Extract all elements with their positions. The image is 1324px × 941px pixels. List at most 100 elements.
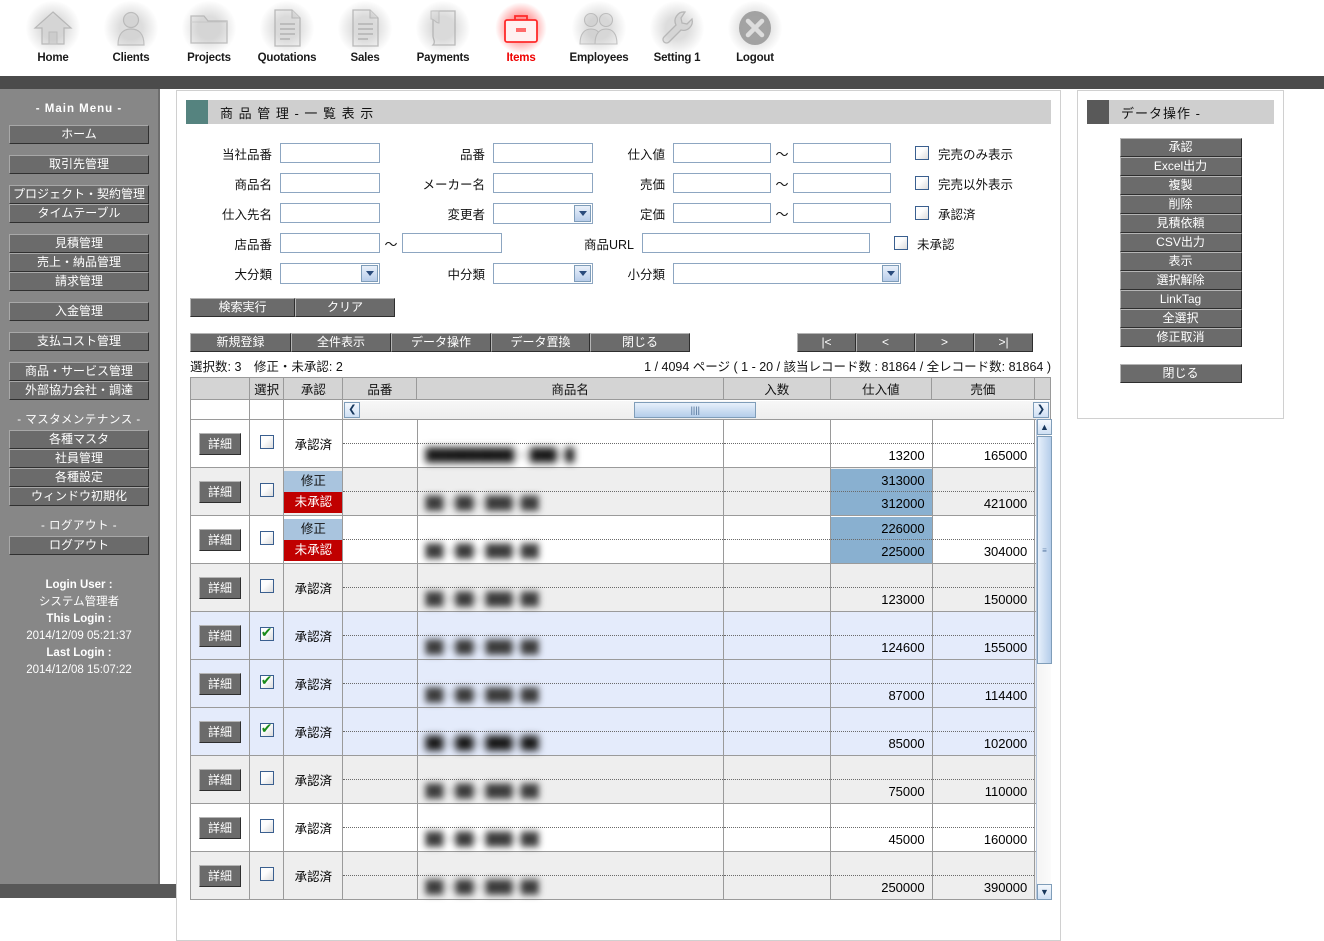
detail-button[interactable]: 詳細 [198, 432, 241, 455]
sidebar-item-logout[interactable]: ログアウト [9, 536, 149, 555]
show-all-button[interactable]: 全件表示 [291, 333, 391, 352]
sidebar-item-timetable[interactable]: タイムテーブル [9, 204, 149, 223]
checkbox-unapproved[interactable]: 未承認 [894, 228, 955, 258]
th-quantity[interactable]: 入数 [723, 377, 831, 400]
select-mid-category[interactable] [493, 262, 593, 284]
nav-item-setting1[interactable]: Setting 1 [638, 0, 716, 76]
nav-item-clients[interactable]: Clients [92, 0, 170, 76]
sidebar-item-settings[interactable]: 各種設定 [9, 468, 149, 487]
th-approval[interactable]: 承認 [283, 377, 344, 400]
th-select[interactable]: 選択 [248, 377, 285, 400]
sidebar-item-quotes[interactable]: 見積管理 [9, 234, 149, 253]
side-op-csv-export-button[interactable]: CSV出力 [1119, 233, 1242, 252]
input-maker-name[interactable] [493, 173, 593, 193]
input-own-part-no[interactable] [280, 143, 380, 163]
input-sell-price-from[interactable] [673, 173, 771, 193]
hscroll-thumb[interactable]: |||| [634, 401, 757, 418]
nav-item-home[interactable]: Home [14, 0, 92, 76]
side-op-cancel-edit-button[interactable]: 修正取消 [1119, 328, 1242, 347]
detail-button[interactable]: 詳細 [198, 864, 241, 887]
sidebar-item-projects[interactable]: プロジェクト・契約管理 [9, 185, 149, 204]
side-op-quote-request-button[interactable]: 見積依頼 [1119, 214, 1242, 233]
sidebar-item-billing[interactable]: 請求管理 [9, 272, 149, 291]
side-close-button[interactable]: 閉じる [1119, 364, 1242, 383]
th-sell-price[interactable]: 売価 [931, 377, 1035, 400]
row-checkbox[interactable] [259, 435, 274, 449]
pager-first-button[interactable]: |< [797, 333, 856, 352]
sidebar-item-window-reset[interactable]: ウィンドウ初期化 [9, 487, 149, 506]
table-row[interactable]: 詳細 承認済 ██████████ ─ ███─█ 13200 165000 [190, 419, 1051, 468]
select-major-category[interactable] [280, 262, 380, 284]
sidebar-item-home[interactable]: ホーム [9, 125, 149, 144]
detail-button[interactable]: 詳細 [198, 576, 241, 599]
side-op-duplicate-button[interactable]: 複製 [1119, 176, 1242, 195]
sidebar-item-sales-delivery[interactable]: 売上・納品管理 [9, 253, 149, 272]
close-button[interactable]: 閉じる [590, 333, 690, 352]
vertical-scrollbar[interactable]: ▲ ≡ ▼ [1036, 419, 1052, 900]
sidebar-item-external-partners[interactable]: 外部協力会社・調達 [9, 381, 149, 400]
table-row[interactable]: 詳細 承認済 ██ ─██─ ███─██ 250000 390000 [190, 851, 1051, 900]
pager-next-button[interactable]: > [915, 333, 974, 352]
row-checkbox[interactable] [259, 867, 274, 881]
sidebar-item-masters[interactable]: 各種マスタ [9, 430, 149, 449]
table-row[interactable]: 詳細 承認済 ██ ─██─ ███─██ 123000 150000 [190, 563, 1051, 612]
detail-button[interactable]: 詳細 [198, 672, 241, 695]
row-checkbox[interactable] [259, 672, 274, 689]
table-row[interactable]: 詳細 承認済 ██ ─██─ ███─██ 87000 114400 [190, 659, 1051, 708]
th-product-name[interactable]: 商品名 [416, 377, 724, 400]
sidebar-item-payment-cost[interactable]: 支払コスト管理 [9, 332, 149, 351]
input-product-url[interactable] [642, 233, 870, 253]
detail-button[interactable]: 詳細 [198, 720, 241, 743]
input-supplier-name[interactable] [280, 203, 380, 223]
select-minor-category[interactable] [673, 262, 901, 284]
checkbox-box[interactable] [894, 236, 908, 250]
row-checkbox[interactable] [259, 531, 274, 545]
table-row[interactable]: 詳細 承認済 ██ ─██─ ███─██ 45000 160000 [190, 803, 1051, 852]
side-op-display-button[interactable]: 表示 [1119, 252, 1242, 271]
input-purchase-price-from[interactable] [673, 143, 771, 163]
sidebar-item-products[interactable]: 商品・サービス管理 [9, 362, 149, 381]
checkbox-approved[interactable]: 承認済 [915, 198, 976, 228]
input-purchase-price-to[interactable] [793, 143, 891, 163]
input-product-name[interactable] [280, 173, 380, 193]
pager-last-button[interactable]: >| [974, 333, 1033, 352]
pager-prev-button[interactable]: < [856, 333, 915, 352]
vscroll-down-arrow-icon[interactable]: ▼ [1037, 884, 1052, 900]
checkbox-soldout-only[interactable]: 完売のみ表示 [915, 138, 1013, 168]
data-replace-button[interactable]: データ置換 [491, 333, 590, 352]
hscroll-left-arrow-icon[interactable]: ❮ [344, 401, 361, 418]
detail-button[interactable]: 詳細 [198, 528, 241, 551]
side-op-link-tag-button[interactable]: LinkTag [1119, 290, 1242, 309]
row-checkbox[interactable] [259, 579, 274, 593]
nav-item-employees[interactable]: Employees [560, 0, 638, 76]
row-checkbox[interactable] [259, 819, 274, 833]
th-purchase-price[interactable]: 仕入値 [829, 377, 933, 400]
checkbox-not-soldout[interactable]: 完売以外表示 [915, 168, 1013, 198]
input-list-price-to[interactable] [793, 203, 891, 223]
table-row[interactable]: 詳細 修正 未承認 ██ ─██─ ███─██ 313000 312000 421000 [190, 467, 1051, 516]
table-row[interactable]: 詳細 承認済 ██ ─██─ ███─██ 124600 155000 [190, 611, 1051, 660]
input-store-part-no-to[interactable] [402, 233, 502, 253]
hscroll-right-arrow-icon[interactable]: ❯ [1033, 401, 1049, 418]
horizontal-scrollbar[interactable]: ❮ |||| ❯ [343, 400, 1050, 419]
input-sell-price-to[interactable] [793, 173, 891, 193]
new-register-button[interactable]: 新規登録 [190, 333, 291, 352]
checkbox-box[interactable] [915, 146, 929, 160]
input-store-part-no-from[interactable] [280, 233, 380, 253]
nav-item-items[interactable]: Items [482, 0, 560, 76]
table-row[interactable]: 詳細 承認済 ██ ─██─ ███─██ 75000 110000 [190, 755, 1051, 804]
side-op-select-all-button[interactable]: 全選択 [1119, 309, 1242, 328]
sidebar-item-employee-admin[interactable]: 社員管理 [9, 449, 149, 468]
detail-button[interactable]: 詳細 [198, 768, 241, 791]
side-op-approve-button[interactable]: 承認 [1119, 138, 1242, 157]
sidebar-item-deposits[interactable]: 入金管理 [9, 302, 149, 321]
select-modifier[interactable] [493, 202, 593, 224]
table-row[interactable]: 詳細 修正 未承認 ██ ─██─ ███─██ 226000 225000 304000 [190, 515, 1051, 564]
vscroll-up-arrow-icon[interactable]: ▲ [1037, 419, 1052, 435]
nav-item-logout[interactable]: Logout [716, 0, 794, 76]
nav-item-sales[interactable]: Sales [326, 0, 404, 76]
table-row[interactable]: 詳細 承認済 ██ ─██─ ███─██ 85000 102000 [190, 707, 1051, 756]
row-checkbox[interactable] [259, 483, 274, 497]
row-checkbox[interactable] [259, 624, 274, 641]
detail-button[interactable]: 詳細 [198, 624, 241, 647]
